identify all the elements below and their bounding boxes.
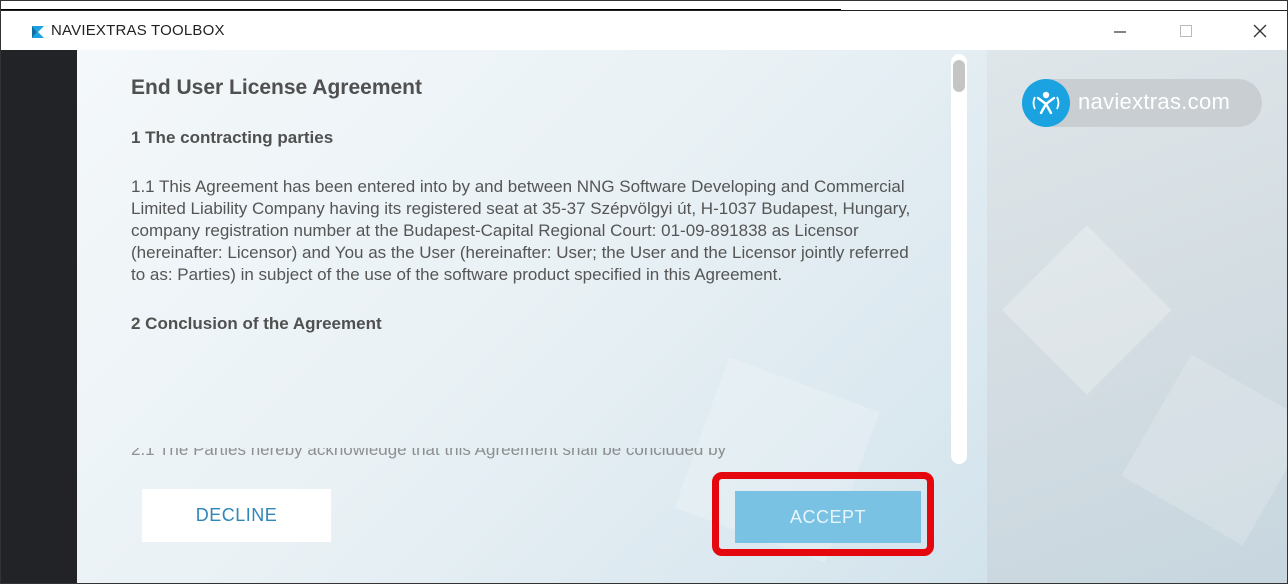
eula-title: End User License Agreement <box>131 76 422 99</box>
person-signal-icon <box>1032 91 1060 115</box>
section-paragraph-2: 2.1 The Parties hereby acknowledge that … <box>131 448 727 459</box>
right-branding-panel <box>987 50 1287 583</box>
maximize-button[interactable] <box>1163 11 1209 51</box>
section-paragraph-1: 1.1 This Agreement has been entered into… <box>131 177 911 284</box>
top-strip <box>1 1 841 10</box>
scrollbar-thumb[interactable] <box>953 60 965 92</box>
minimize-button[interactable] <box>1097 11 1143 51</box>
app-window: NAVIEXTRAS TOOLBOX End User License Agre… <box>0 0 1288 584</box>
section-heading-1: 1 The contracting parties <box>131 128 334 147</box>
naviextras-app-icon <box>32 26 44 38</box>
title-bar: NAVIEXTRAS TOOLBOX <box>1 10 1287 51</box>
decline-button[interactable]: DECLINE <box>142 489 331 542</box>
logo-text: naviextras.com <box>1078 89 1231 114</box>
close-button[interactable] <box>1237 11 1283 51</box>
accept-highlight-box <box>712 472 934 556</box>
minimize-icon <box>1114 31 1126 33</box>
close-icon <box>1253 24 1267 38</box>
background-facet <box>1002 225 1172 395</box>
window-title: NAVIEXTRAS TOOLBOX <box>51 22 225 39</box>
maximize-icon <box>1180 25 1192 37</box>
logo-person-icon <box>1022 79 1070 127</box>
eula-scrollbar[interactable] <box>951 54 967 464</box>
section-paragraph-2-cutoff: 2.1 The Parties hereby acknowledge that … <box>131 448 911 462</box>
eula-text-area: End User License Agreement 1 The contrac… <box>131 76 921 362</box>
left-dark-sidebar <box>1 50 77 583</box>
naviextras-logo[interactable]: naviextras.com <box>1022 79 1262 127</box>
background-facet <box>1121 354 1287 546</box>
section-heading-2: 2 Conclusion of the Agreement <box>131 314 382 333</box>
